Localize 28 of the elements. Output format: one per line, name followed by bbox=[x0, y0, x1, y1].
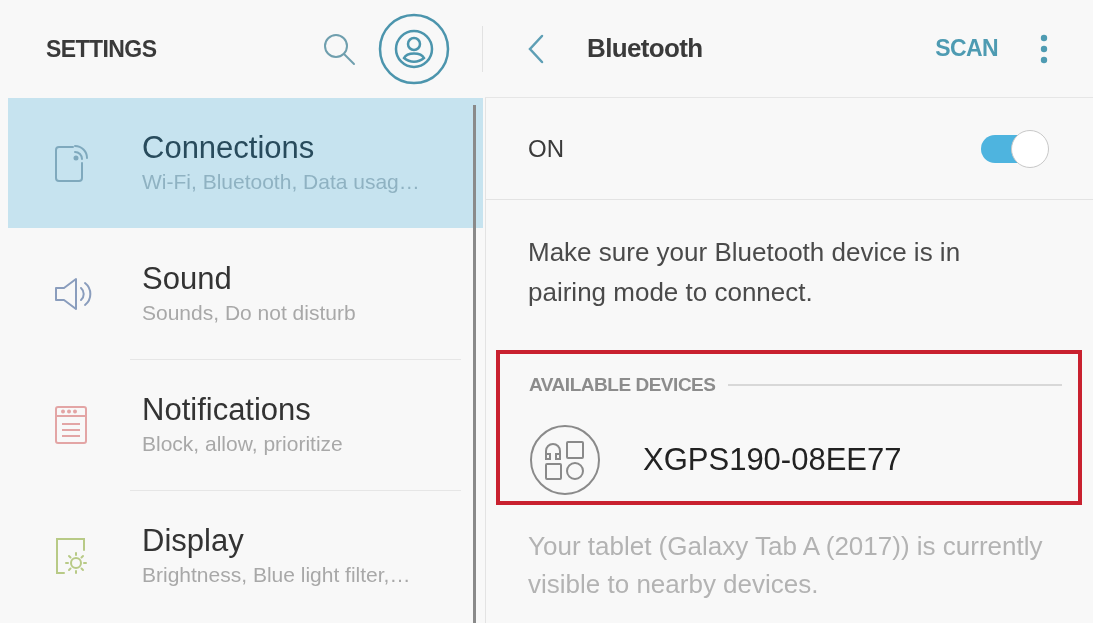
profile-icon[interactable] bbox=[378, 13, 450, 85]
settings-item[interactable]: Sound Sounds, Do not disturb bbox=[8, 229, 483, 359]
shapes-icon bbox=[529, 424, 601, 496]
item-title: Display bbox=[142, 522, 245, 560]
settings-item[interactable]: Display Brightness, Blue light filter,… bbox=[8, 491, 483, 621]
more-icon[interactable] bbox=[1040, 33, 1048, 64]
phone-signal-icon bbox=[54, 143, 90, 183]
item-subtitle: Sounds, Do not disturb bbox=[142, 300, 356, 326]
settings-item[interactable]: Notifications Block, allow, prioritize bbox=[8, 360, 483, 490]
item-subtitle: Brightness, Blue light filter,… bbox=[142, 562, 411, 588]
device-name: XGPS190-08EE77 bbox=[643, 440, 902, 479]
item-title: Sound bbox=[142, 260, 233, 298]
visibility-note: Your tablet (Galaxy Tab A (2017)) is currently visible to nearby devices. bbox=[528, 530, 1044, 601]
item-subtitle: Block, allow, prioritize bbox=[142, 431, 343, 457]
back-icon[interactable] bbox=[527, 33, 545, 64]
device-item[interactable]: XGPS190-08EE77 bbox=[529, 422, 1062, 498]
page-title: Bluetooth bbox=[587, 32, 703, 65]
switch-label: ON bbox=[528, 133, 564, 164]
list-panel-icon bbox=[54, 405, 88, 445]
item-title: Notifications bbox=[142, 391, 312, 429]
screen-sun-icon bbox=[54, 536, 90, 576]
pane-title: SETTINGS bbox=[46, 34, 157, 64]
toggle-switch[interactable] bbox=[979, 129, 1049, 168]
speaker-icon bbox=[54, 276, 94, 312]
item-title: Connections bbox=[142, 129, 316, 167]
search-icon[interactable] bbox=[322, 32, 356, 66]
pairing-hint: Make sure your Bluetooth device is in pairing mode to connect. bbox=[528, 236, 962, 309]
section-heading: AVAILABLE DEVICES bbox=[529, 372, 716, 397]
